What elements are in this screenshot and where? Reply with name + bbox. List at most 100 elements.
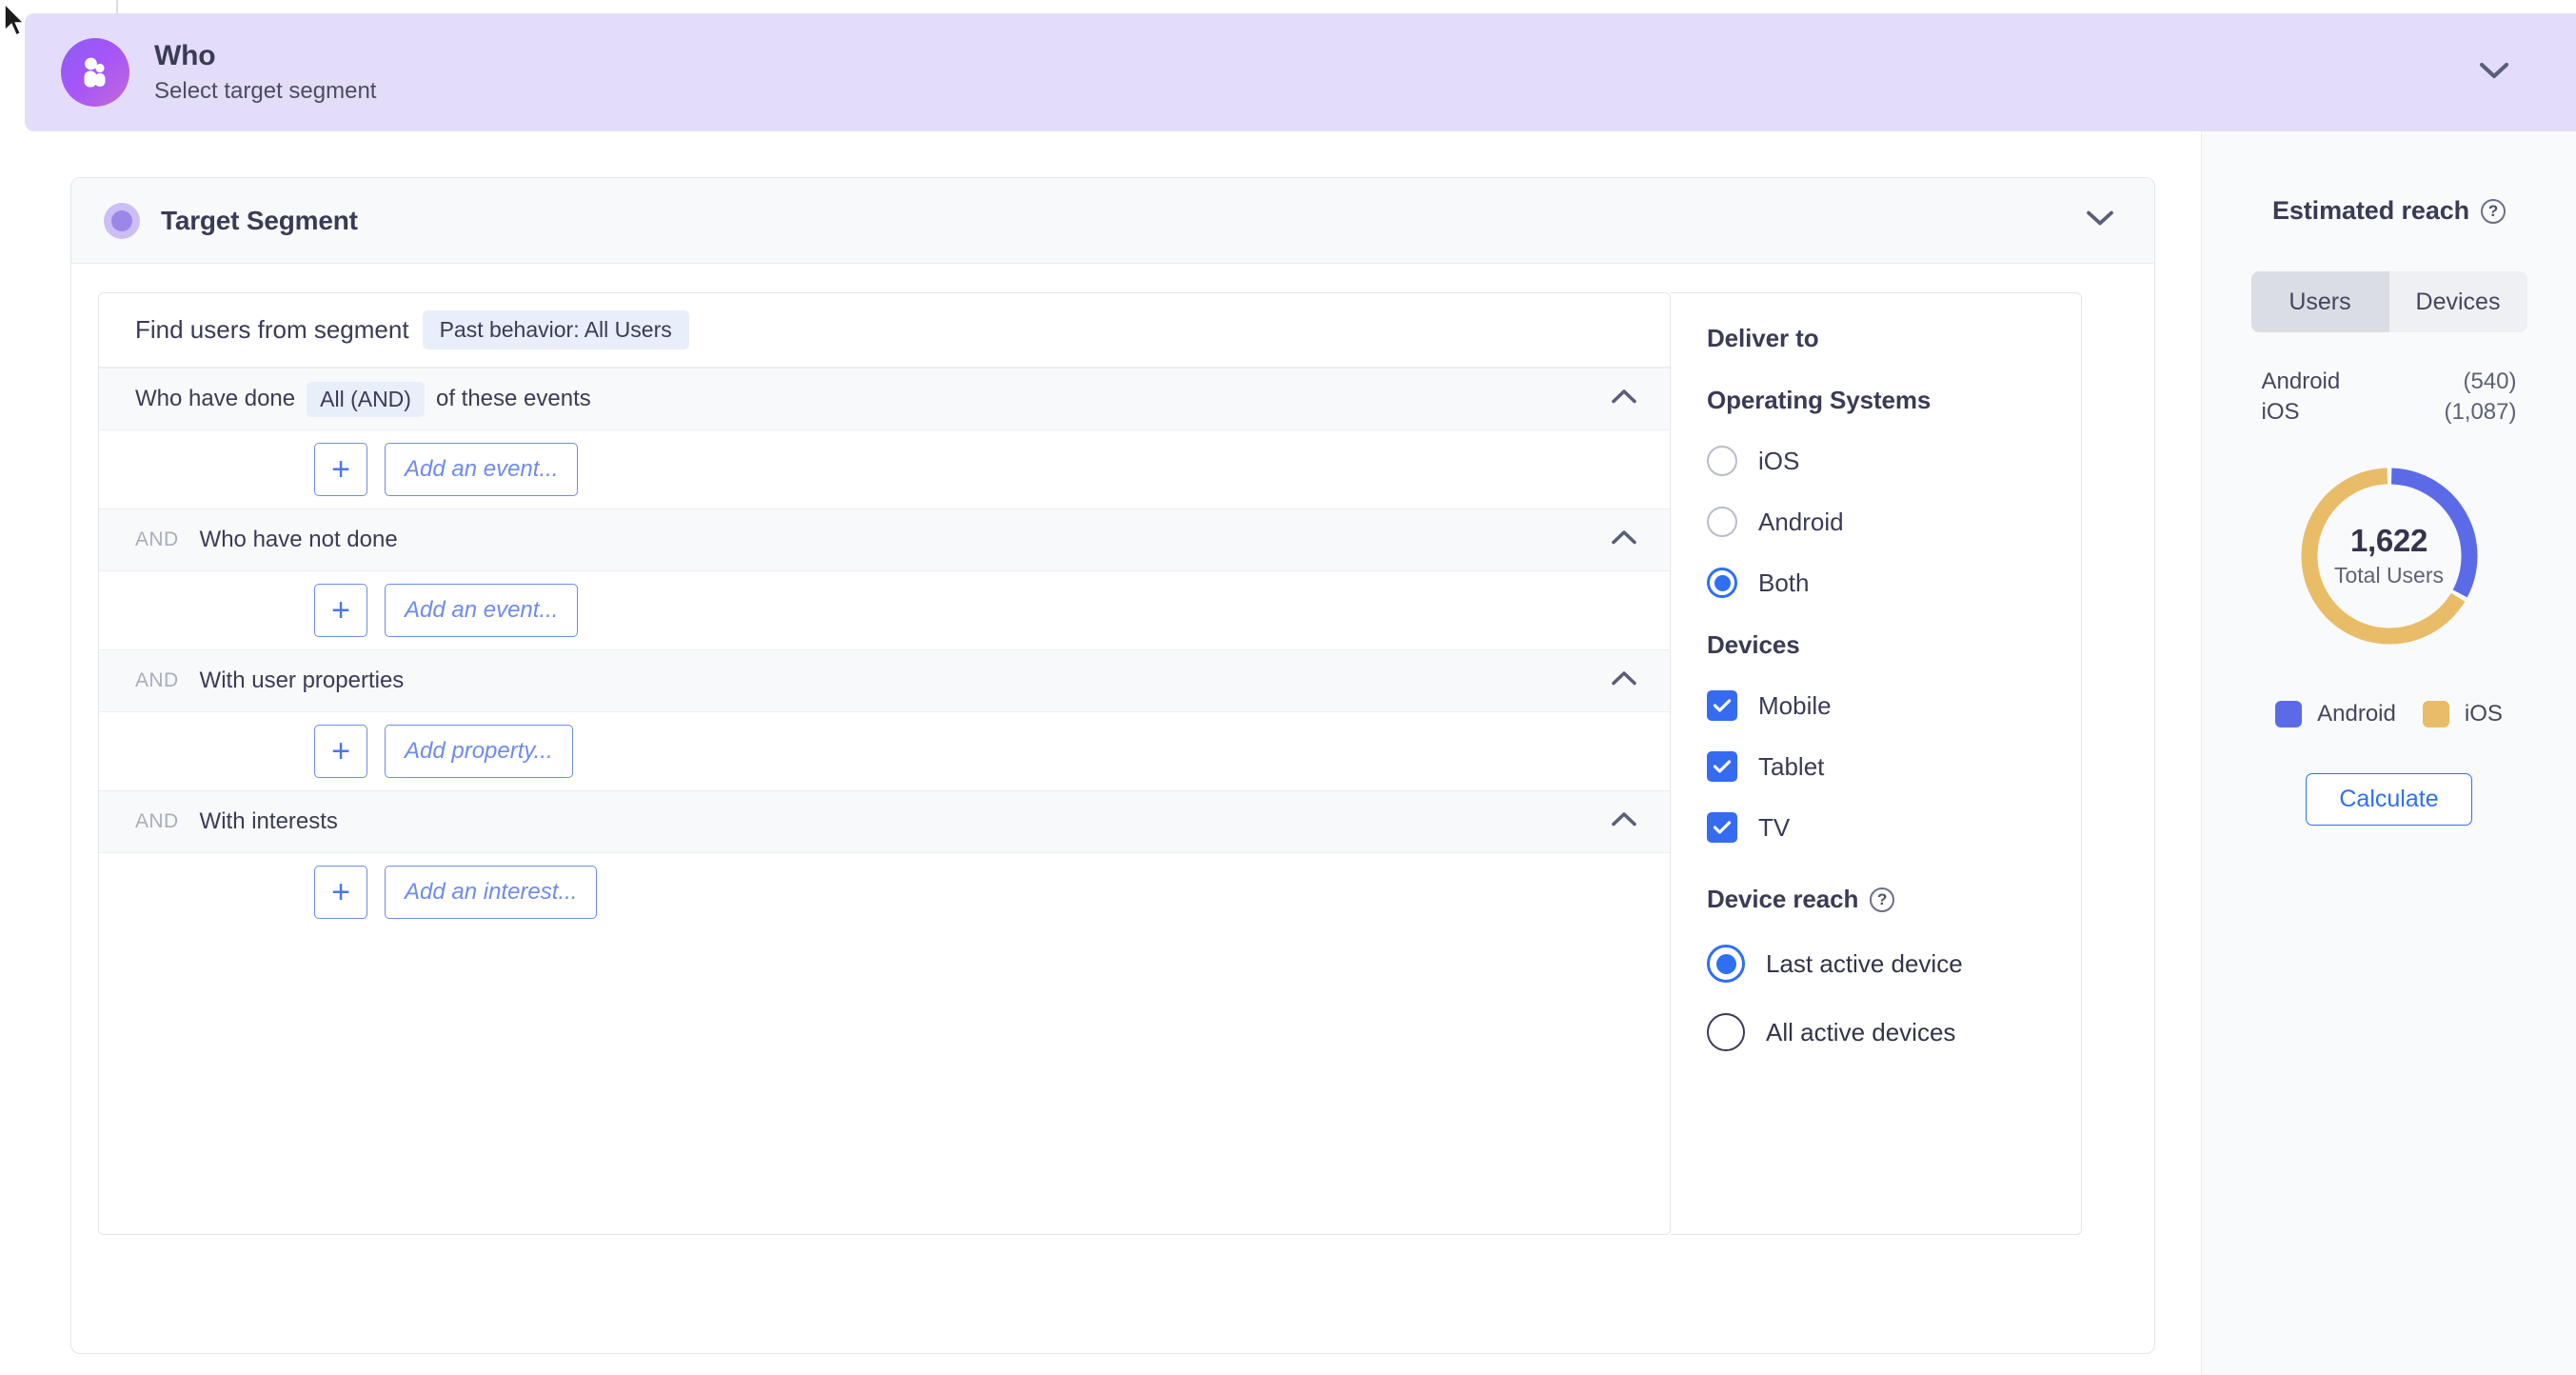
estimated-reach-header: Estimated reach ? — [2271, 196, 2507, 226]
people-icon — [61, 38, 129, 107]
tab-users[interactable]: Users — [2250, 271, 2389, 332]
device-reach-title: Device reach — [1707, 885, 1859, 913]
legend-item-ios: iOS — [2422, 700, 2503, 727]
row-label: Who have not done — [199, 527, 398, 552]
device-reach-label: Last active device — [1766, 948, 1963, 978]
device-option-label: Mobile — [1758, 690, 1832, 720]
device-option-tv[interactable]: TV — [1707, 812, 2081, 843]
target-segment-title: Target Segment — [161, 205, 358, 235]
row-body-who-have-done: + Add an event... — [99, 430, 1670, 508]
add-event-button[interactable]: Add an event... — [385, 584, 579, 637]
deliver-to-title: Deliver to — [1707, 324, 1819, 352]
os-option-label: Android — [1758, 507, 1844, 536]
add-property-button[interactable]: Add property... — [385, 725, 573, 778]
count-name: iOS — [2261, 399, 2300, 426]
add-event-plus-button[interactable]: + — [314, 584, 367, 637]
page-title: Who — [154, 40, 216, 72]
find-users-row: Find users from segment Past behavior: A… — [99, 293, 1670, 368]
count-row: iOS (1,087) — [2262, 397, 2517, 428]
reach-counts: Android (540) iOS (1,087) — [2262, 367, 2517, 428]
row-body-with-user-properties: + Add property... — [99, 712, 1670, 790]
and-connector: AND — [135, 810, 179, 832]
checkbox-checked-icon[interactable] — [1707, 751, 1737, 782]
help-icon[interactable]: ? — [2481, 198, 2507, 224]
device-reach-label: All active devices — [1766, 1017, 1956, 1046]
target-segment-header[interactable]: Target Segment — [71, 178, 2154, 264]
row-label: With interests — [199, 808, 338, 834]
donut-legend: Android iOS — [2275, 700, 2503, 727]
chevron-up-icon[interactable] — [1611, 811, 1637, 832]
reach-donut-chart: 1,622 Total Users — [2294, 461, 2485, 651]
reach-tabs: Users Devices — [2250, 271, 2527, 332]
chevron-down-icon[interactable] — [2086, 209, 2114, 231]
and-connector: AND — [135, 669, 179, 691]
devices-title: Devices — [1707, 630, 1800, 659]
operating-systems-title: Operating Systems — [1707, 386, 1932, 414]
row-header-with-user-properties[interactable]: AND With user properties — [99, 649, 1670, 712]
estimated-reach-title: Estimated reach — [2271, 196, 2470, 225]
checkbox-checked-icon[interactable] — [1707, 812, 1737, 843]
tab-devices[interactable]: Devices — [2388, 271, 2527, 332]
segment-query-builder: Find users from segment Past behavior: A… — [98, 292, 1671, 1235]
row-header-who-have-not-done[interactable]: AND Who have not done — [99, 508, 1670, 571]
device-reach-header: Device reach ? — [1707, 885, 2081, 914]
legend-label: Android — [2317, 700, 2396, 727]
and-connector: AND — [135, 528, 179, 550]
row-label: With user properties — [199, 668, 405, 693]
checkbox-checked-icon[interactable] — [1707, 690, 1737, 721]
device-option-label: TV — [1758, 812, 1791, 842]
device-reach-last-active[interactable]: Last active device — [1707, 945, 2081, 983]
row-header-who-have-done[interactable]: Who have done All (AND) of these events — [99, 368, 1670, 430]
legend-swatch — [2275, 700, 2303, 727]
target-segment-card: Target Segment Find users from segment P… — [70, 177, 2155, 1354]
purple-dot-icon — [104, 202, 140, 239]
device-option-mobile[interactable]: Mobile — [1707, 690, 2081, 721]
main-content: Target Segment Find users from segment P… — [25, 131, 2201, 1375]
who-section-header[interactable]: Who Select target segment — [25, 13, 2576, 131]
add-interest-button[interactable]: Add an interest... — [385, 866, 598, 919]
find-users-label: Find users from segment — [135, 315, 409, 344]
app-root: Who Select target segment Target Segment — [0, 0, 2576, 1375]
target-segment-body: Find users from segment Past behavior: A… — [71, 264, 2154, 1354]
radio-icon[interactable] — [1707, 507, 1737, 537]
row-body-with-interests: + Add an interest... — [99, 853, 1670, 931]
device-reach-all-active[interactable]: All active devices — [1707, 1013, 2081, 1051]
donut-center-label: 1,622 Total Users — [2294, 461, 2485, 651]
device-option-tablet[interactable]: Tablet — [1707, 751, 2081, 782]
radio-selected-icon[interactable] — [1707, 568, 1737, 598]
legend-swatch — [2422, 700, 2449, 727]
legend-item-android: Android — [2275, 700, 2396, 727]
add-interest-plus-button[interactable]: + — [314, 866, 367, 919]
chevron-down-icon[interactable] — [2479, 61, 2509, 85]
radio-icon[interactable] — [1707, 446, 1737, 476]
os-option-label: Both — [1758, 568, 1810, 597]
row-header-with-interests[interactable]: AND With interests — [99, 790, 1670, 853]
add-event-plus-button[interactable]: + — [314, 443, 367, 496]
add-property-plus-button[interactable]: + — [314, 725, 367, 778]
donut-total-value: 1,622 — [2349, 523, 2428, 559]
calculate-button[interactable]: Calculate — [2306, 772, 2472, 826]
and-or-chip[interactable]: All (AND) — [307, 381, 425, 417]
deliver-to-panel: Deliver to Operating Systems iOS Android… — [1671, 292, 2082, 1235]
past-behavior-chip[interactable]: Past behavior: All Users — [422, 310, 689, 349]
device-option-label: Tablet — [1758, 751, 1825, 781]
count-name: Android — [2261, 369, 2341, 394]
count-value: (1,087) — [2444, 399, 2517, 426]
chevron-up-icon[interactable] — [1611, 529, 1637, 550]
add-event-button[interactable]: Add an event... — [385, 443, 579, 496]
chevron-up-icon[interactable] — [1611, 670, 1637, 691]
radio-selected-icon[interactable] — [1707, 945, 1745, 983]
radio-icon[interactable] — [1707, 1013, 1745, 1051]
help-icon[interactable]: ? — [1870, 887, 1895, 912]
row-label: Who have done — [135, 386, 296, 411]
count-value: (540) — [2463, 369, 2517, 394]
chevron-up-icon[interactable] — [1611, 389, 1637, 409]
page-subtitle: Select target segment — [154, 78, 377, 104]
os-option-label: iOS — [1758, 446, 1800, 475]
donut-total-label: Total Users — [2333, 563, 2445, 588]
estimated-reach-panel: Estimated reach ? Users Devices Android … — [2201, 131, 2576, 1375]
os-option-android[interactable]: Android — [1707, 507, 2081, 537]
row-suffix: of these events — [435, 386, 591, 411]
os-option-both[interactable]: Both — [1707, 568, 2081, 598]
os-option-ios[interactable]: iOS — [1707, 446, 2081, 476]
